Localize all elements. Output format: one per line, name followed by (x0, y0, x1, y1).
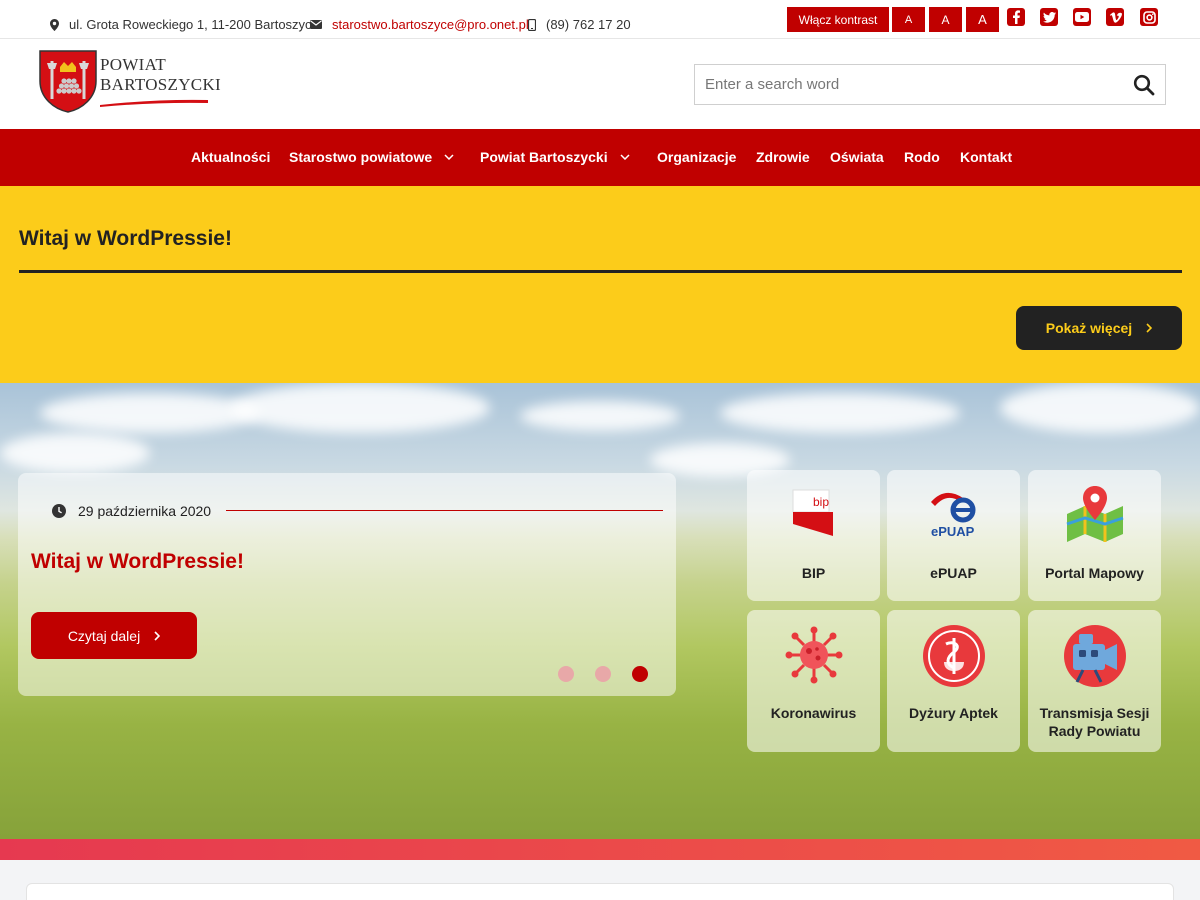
featured-section: Witaj w WordPressie! Pokaż więcej (0, 186, 1200, 383)
nav-label: Aktualności (191, 149, 271, 165)
main-navigation: Aktualności Starostwo powiatowe Powiat B… (0, 129, 1200, 186)
twitter-icon[interactable] (1040, 8, 1058, 26)
show-more-button[interactable]: Pokaż więcej (1016, 306, 1182, 350)
tile-label: ePUAP (930, 565, 977, 581)
sky-cloud (40, 393, 260, 433)
font-size-small-button[interactable]: A (892, 7, 925, 32)
facebook-icon[interactable] (1007, 8, 1025, 26)
nav-label: Zdrowie (756, 149, 810, 165)
tile-transmisja-sesji[interactable]: Transmisja Sesji Rady Powiatu (1028, 610, 1161, 752)
nav-item-rodo[interactable]: Rodo (904, 149, 940, 165)
bip-icon-text: bip (813, 495, 829, 509)
news-slide-card: 29 października 2020 Witaj w WordPressie… (18, 473, 676, 696)
nav-label: Rodo (904, 149, 940, 165)
search-box (694, 64, 1166, 105)
tile-label: Transmisja Sesji Rady Powiatu (1039, 705, 1150, 739)
email-link[interactable]: starostwo.bartoszyce@pro.onet.pl (332, 17, 529, 32)
logo-swoosh (100, 99, 208, 107)
tile-label: BIP (801, 565, 826, 581)
phone-text: (89) 762 17 20 (546, 17, 631, 32)
show-more-label: Pokaż więcej (1045, 320, 1133, 336)
sky-cloud (1000, 383, 1200, 433)
featured-title[interactable]: Witaj w WordPressie! (19, 227, 232, 251)
font-size-large-button[interactable]: A (966, 7, 999, 32)
search-input[interactable] (705, 65, 1115, 104)
nav-item-kontakt[interactable]: Kontakt (960, 149, 1012, 165)
slider-dot-1[interactable] (558, 666, 574, 682)
nav-label: Organizacje (657, 149, 737, 165)
nav-label: Kontakt (960, 149, 1013, 165)
phone-info: (89) 762 17 20 (528, 17, 631, 32)
virus-icon (785, 626, 842, 684)
nav-label: Starostwo powiatowe (289, 149, 433, 165)
news-date-text: 29 października 2020 (78, 503, 212, 519)
epuap-icon: ePUAP (930, 492, 975, 539)
content-card (26, 883, 1174, 900)
phone-icon (528, 18, 536, 31)
epuap-icon-text: ePUAP (931, 524, 975, 539)
site-header: POWIAT BARTOSZYCKI (0, 39, 1200, 129)
youtube-icon[interactable] (1073, 8, 1091, 26)
vimeo-icon[interactable] (1106, 8, 1124, 26)
slider-dot-3-active[interactable] (632, 666, 648, 682)
nav-item-aktualnosci[interactable]: Aktualności (191, 149, 270, 165)
read-more-label: Czytaj dalej (67, 627, 141, 644)
search-icon[interactable] (1133, 74, 1155, 96)
instagram-icon[interactable] (1140, 8, 1158, 26)
tile-label: Portal Mapowy (1045, 565, 1144, 581)
news-title[interactable]: Witaj w WordPressie! (31, 550, 244, 574)
site-name-line2: BARTOSZYCKI (100, 75, 221, 94)
chevron-right-icon (1146, 323, 1153, 333)
tile-koronawirus[interactable]: Koronawirus (747, 610, 880, 752)
address-text: ul. Grota Roweckiego 1, 11-200 Bartoszyc… (69, 17, 319, 32)
nav-item-starostwo[interactable]: Starostwo powiatowe (289, 149, 454, 165)
tile-label: Dyżury Aptek (909, 705, 998, 721)
coat-of-arms-logo[interactable] (38, 49, 98, 113)
site-name-line1: POWIAT (100, 55, 167, 74)
tile-label: Koronawirus (770, 705, 857, 721)
divider (19, 270, 1182, 273)
nav-item-organizacje[interactable]: Organizacje (657, 149, 736, 165)
nav-item-powiat[interactable]: Powiat Bartoszycki (480, 149, 630, 165)
tile-bip[interactable]: bip BIP (747, 470, 880, 601)
slider-dot-2[interactable] (595, 666, 611, 682)
decorative-stripe (0, 839, 1200, 860)
chevron-down-icon (620, 154, 630, 160)
tile-dyzury-aptek[interactable]: Dyżury Aptek (887, 610, 1020, 752)
nav-label: Powiat Bartoszycki (480, 149, 608, 165)
chevron-down-icon (444, 154, 454, 160)
envelope-icon (310, 20, 322, 29)
tile-epuap[interactable]: ePUAP ePUAP (887, 470, 1020, 601)
nav-item-oswiata[interactable]: Oświata (830, 149, 884, 165)
sky-cloud (230, 383, 490, 433)
date-divider (226, 510, 663, 511)
email-info[interactable]: starostwo.bartoszyce@pro.onet.pl (310, 17, 529, 32)
sky-cloud (520, 401, 680, 431)
top-bar: ul. Grota Roweckiego 1, 11-200 Bartoszyc… (0, 0, 1200, 39)
hero-section: 29 października 2020 Witaj w WordPressie… (0, 383, 1200, 839)
tile-portal-mapowy[interactable]: Portal Mapowy (1028, 470, 1161, 601)
location-pin-icon (50, 18, 59, 31)
chevron-right-icon (154, 630, 161, 641)
contrast-toggle-button[interactable]: Włącz kontrast (787, 7, 889, 32)
bip-icon: bip (792, 489, 833, 536)
clock-icon (52, 504, 66, 518)
sky-cloud (0, 433, 150, 473)
map-pin-icon (1066, 486, 1123, 542)
address-info: ul. Grota Roweckiego 1, 11-200 Bartoszyc… (50, 17, 319, 32)
video-camera-icon (1063, 625, 1126, 687)
news-date: 29 października 2020 (52, 503, 211, 519)
sky-cloud (720, 393, 960, 433)
pharmacy-icon (922, 625, 985, 687)
nav-label: Oświata (830, 149, 884, 165)
nav-item-zdrowie[interactable]: Zdrowie (756, 149, 810, 165)
read-more-button[interactable]: Czytaj dalej (31, 612, 197, 659)
site-name[interactable]: POWIAT BARTOSZYCKI (100, 55, 221, 95)
font-size-medium-button[interactable]: A (929, 7, 962, 32)
